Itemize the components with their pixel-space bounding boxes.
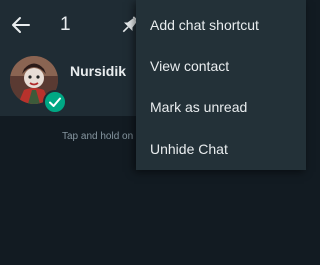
check-icon xyxy=(49,97,61,107)
menu-item-mark-as-unread[interactable]: Mark as unread xyxy=(136,87,306,127)
selected-count: 1 xyxy=(60,14,71,35)
menu-item-add-chat-shortcut[interactable]: Add chat shortcut xyxy=(136,5,306,45)
overflow-menu: Add chat shortcut View contact Mark as u… xyxy=(136,0,306,170)
selected-check-badge xyxy=(43,90,67,114)
hint-text: Tap and hold on xyxy=(62,131,134,142)
chat-list-screen: 1 Nursidik Tap and hold on Add chat shor… xyxy=(0,0,306,265)
back-button[interactable] xyxy=(8,13,34,37)
arrow-left-icon xyxy=(12,17,30,33)
menu-item-unhide-chat[interactable]: Unhide Chat xyxy=(136,129,306,169)
menu-item-view-contact[interactable]: View contact xyxy=(136,46,306,86)
chat-name: Nursidik xyxy=(70,63,127,79)
